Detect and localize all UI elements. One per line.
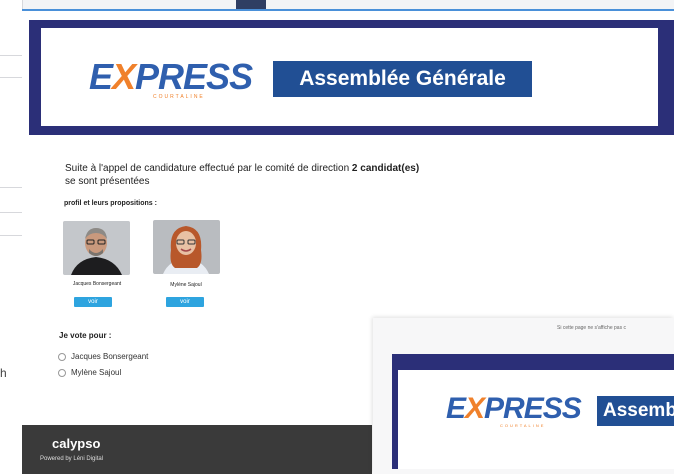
radio-button[interactable] <box>58 368 66 377</box>
powered-by-text: Powered by Léni Digital <box>40 456 104 462</box>
express-logo: EXPRESS COURTALINE <box>89 56 253 101</box>
logo-tagline: COURTALINE <box>153 94 205 100</box>
front-express-logo: EXPRESS COURTALINE <box>446 392 582 429</box>
vote-option-label: Jacques Bonsergeant <box>71 352 149 361</box>
back-window-text: h <box>0 366 7 380</box>
candidate-photo-1 <box>63 221 130 275</box>
profiles-label: profil et leurs propositions : <box>64 200 157 207</box>
front-banner-title: Assemb <box>597 396 674 426</box>
front-logo-tagline: COURTALINE <box>500 423 546 428</box>
radio-button[interactable] <box>58 352 66 361</box>
view-candidate-1-button[interactable]: voir <box>74 297 112 307</box>
window-top-border <box>22 9 674 11</box>
candidate-name-1: Jacques Bonsergeant <box>72 281 122 287</box>
view-candidate-2-button[interactable]: voir <box>166 297 204 307</box>
intro-text: Suite à l'appel de candidature effectué … <box>65 163 420 187</box>
banner-title: Assemblée Générale <box>273 61 532 97</box>
candidate-photo-2 <box>153 220 220 274</box>
vote-label: Je vote pour : <box>59 331 112 340</box>
calypso-logo: calypso <box>52 436 101 451</box>
vote-option-label: Mylène Sajoul <box>71 368 122 377</box>
back-window-sidebar <box>0 0 23 474</box>
vote-option-1[interactable]: Jacques Bonsergeant <box>58 352 148 361</box>
vote-option-2[interactable]: Mylène Sajoul <box>58 368 121 377</box>
candidate-name-2: Mylène Sajoul <box>170 282 202 288</box>
view-in-browser-notice[interactable]: Si cette page ne s'affiche pas c <box>557 325 626 331</box>
